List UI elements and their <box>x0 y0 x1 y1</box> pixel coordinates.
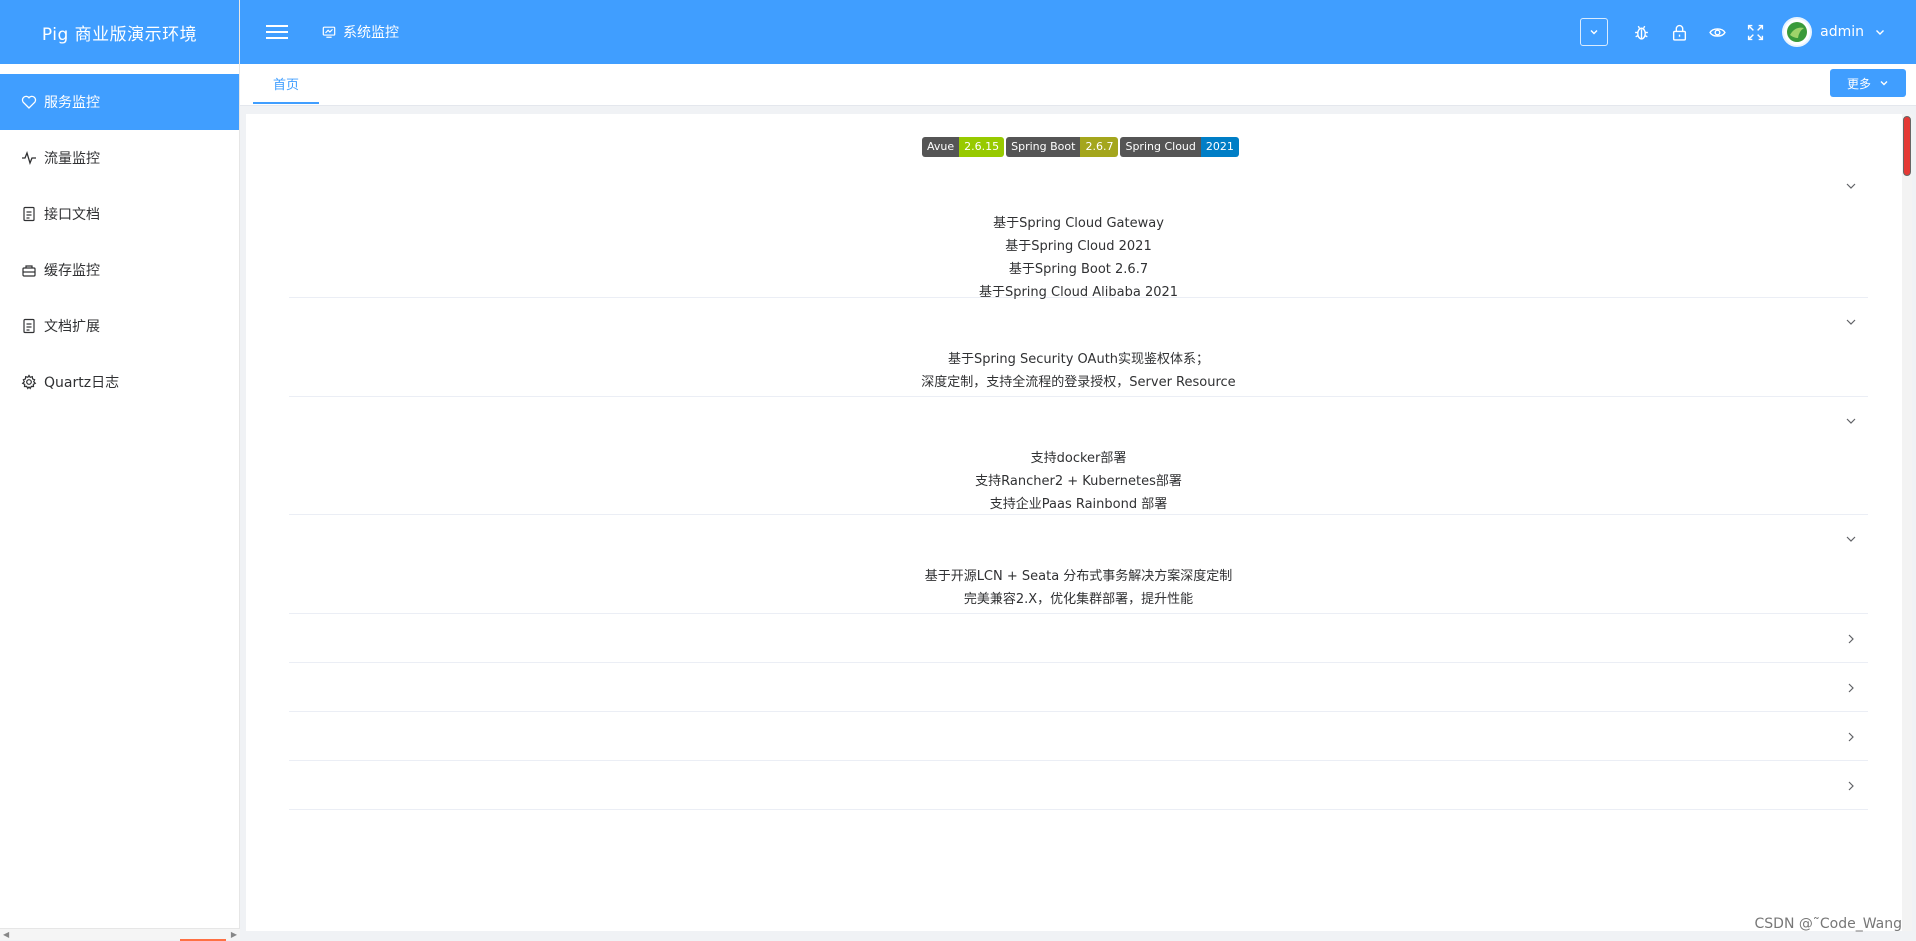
feature-line: 基于Spring Security OAuth实现鉴权体系； <box>289 348 1868 371</box>
version-badges: Avue2.6.15Spring Boot2.6.7Spring Cloud20… <box>922 137 1241 157</box>
sidebar-menu: 服务监控流量监控接口文档缓存监控文档扩展 Quartz日志 <box>0 64 239 410</box>
chevron-down-icon[interactable] <box>1844 314 1858 328</box>
chevron-down-icon[interactable] <box>1844 531 1858 545</box>
sidebar-item-label: 服务监控 <box>44 92 100 112</box>
document-icon <box>20 317 38 335</box>
sidebar-item-label: 缓存监控 <box>44 260 100 280</box>
sidebar-horizontal-scrollbar[interactable]: ◀ ▶ <box>0 928 240 940</box>
chevron-right-icon[interactable] <box>1844 680 1858 694</box>
collapse-content: 基于Spring Cloud Gateway基于Spring Cloud 202… <box>289 212 1868 304</box>
collapse-item-collapsed[interactable] <box>289 663 1868 712</box>
sidebar-item-label: Quartz日志 <box>44 372 119 392</box>
gear-icon <box>20 373 38 391</box>
badge-label: Spring Boot <box>1006 137 1080 157</box>
header-tools: admin <box>1580 0 1916 64</box>
feature-line: 基于Spring Cloud 2021 <box>289 235 1868 258</box>
feature-line: 深度定制，支持全流程的登录授权，Server Resource <box>289 371 1868 394</box>
username: admin <box>1820 24 1864 40</box>
eye-icon <box>1709 24 1726 41</box>
scroll-right-icon[interactable]: ▶ <box>231 930 237 939</box>
monitor-icon <box>322 25 336 39</box>
badge-label: Spring Cloud <box>1120 137 1200 157</box>
more-button-label: 更多 <box>1847 75 1871 92</box>
collapse-content: 支持docker部署支持Rancher2 + Kubernetes部署支持企业P… <box>289 447 1868 516</box>
avatar[interactable] <box>1782 17 1812 47</box>
badge-label: Avue <box>922 137 959 157</box>
collapse-item-collapsed[interactable] <box>289 614 1868 663</box>
scrollbar-thumb[interactable] <box>1903 116 1911 176</box>
menu-toggle-icon[interactable] <box>266 21 288 43</box>
top-header: 系统监控 admin <box>240 0 1916 64</box>
fullscreen-icon <box>1747 24 1764 41</box>
header-dropdown-button[interactable] <box>1580 18 1608 46</box>
collapse-item[interactable]: 支持docker部署支持Rancher2 + Kubernetes部署支持企业P… <box>289 397 1868 515</box>
heart-icon <box>20 93 38 111</box>
badge-version: 2.6.7 <box>1080 137 1118 157</box>
scroll-left-icon[interactable]: ◀ <box>3 930 9 939</box>
breadcrumb[interactable]: 系统监控 <box>322 22 399 42</box>
version-badge: Spring Boot2.6.7 <box>1006 137 1118 157</box>
main-vertical-scrollbar[interactable] <box>1902 114 1912 931</box>
document-icon <box>20 205 38 223</box>
sidebar-item[interactable]: 接口文档 <box>0 186 239 242</box>
app-logo-title[interactable]: Pig 商业版演示环境 <box>0 0 239 64</box>
sidebar-item[interactable]: Quartz日志 <box>0 354 239 410</box>
tab-bar: 首页 更多 <box>240 64 1916 106</box>
collapse-content: 基于开源LCN + Seata 分布式事务解决方案深度定制完美兼容2.X，优化集… <box>289 565 1868 611</box>
chevron-down-icon[interactable] <box>1844 178 1858 192</box>
collapse-item[interactable]: 基于Spring Security OAuth实现鉴权体系；深度定制，支持全流程… <box>289 298 1868 397</box>
breadcrumb-label: 系统监控 <box>343 22 399 42</box>
chevron-down-icon[interactable] <box>1844 413 1858 427</box>
sidebar-item-label: 文档扩展 <box>44 316 100 336</box>
collapse-item[interactable]: 基于Spring Cloud Gateway基于Spring Cloud 202… <box>289 162 1868 298</box>
watermark: CSDN @˜Code_Wang <box>1755 916 1903 932</box>
chevron-down-icon <box>1589 27 1599 37</box>
chevron-right-icon[interactable] <box>1844 729 1858 743</box>
chevron-down-icon <box>1874 26 1886 38</box>
sidebar-item[interactable]: 流量监控 <box>0 130 239 186</box>
badge-version: 2021 <box>1201 137 1239 157</box>
badge-version: 2.6.15 <box>959 137 1004 157</box>
feature-line: 基于开源LCN + Seata 分布式事务解决方案深度定制 <box>289 565 1868 588</box>
feature-line: 支持企业Paas Rainbond 部署 <box>289 493 1868 516</box>
sidebar-item-label: 流量监控 <box>44 148 100 168</box>
bug-log-button[interactable] <box>1622 0 1660 64</box>
feature-line: 支持Rancher2 + Kubernetes部署 <box>289 470 1868 493</box>
chevron-right-icon[interactable] <box>1844 778 1858 792</box>
theme-preview-button[interactable] <box>1698 0 1736 64</box>
version-badge: Avue2.6.15 <box>922 137 1004 157</box>
chevron-down-icon <box>1879 78 1889 88</box>
more-button[interactable]: 更多 <box>1830 69 1906 97</box>
feature-line: 基于Spring Cloud Gateway <box>289 212 1868 235</box>
sidebar-item[interactable]: 服务监控 <box>0 74 239 130</box>
user-menu[interactable]: admin <box>1782 17 1886 47</box>
collapse-item[interactable]: 基于开源LCN + Seata 分布式事务解决方案深度定制完美兼容2.X，优化集… <box>289 515 1868 614</box>
feature-line: 完美兼容2.X，优化集群部署，提升性能 <box>289 588 1868 611</box>
sidebar-item[interactable]: 缓存监控 <box>0 242 239 298</box>
version-badge: Spring Cloud2021 <box>1120 137 1238 157</box>
feature-line: 基于Spring Boot 2.6.7 <box>289 258 1868 281</box>
sidebar-item[interactable]: 文档扩展 <box>0 298 239 354</box>
collapse-content: 基于Spring Security OAuth实现鉴权体系；深度定制，支持全流程… <box>289 348 1868 394</box>
main-content: Avue2.6.15Spring Boot2.6.7Spring Cloud20… <box>246 114 1912 931</box>
feature-line: 支持docker部署 <box>289 447 1868 470</box>
sidebar: Pig 商业版演示环境 服务监控流量监控接口文档缓存监控文档扩展 Quartz日志… <box>0 0 240 940</box>
fullscreen-button[interactable] <box>1736 0 1774 64</box>
collapse-item-collapsed[interactable] <box>289 761 1868 810</box>
lock-icon <box>1671 24 1688 41</box>
database-icon <box>20 261 38 279</box>
sidebar-item-label: 接口文档 <box>44 204 100 224</box>
collapse-item-collapsed[interactable] <box>289 712 1868 761</box>
chevron-right-icon[interactable] <box>1844 631 1858 645</box>
feature-collapse: 基于Spring Cloud Gateway基于Spring Cloud 202… <box>289 162 1868 810</box>
bug-icon <box>1633 24 1650 41</box>
tab-home[interactable]: 首页 <box>253 64 319 104</box>
pulse-icon <box>20 149 38 167</box>
lock-screen-button[interactable] <box>1660 0 1698 64</box>
